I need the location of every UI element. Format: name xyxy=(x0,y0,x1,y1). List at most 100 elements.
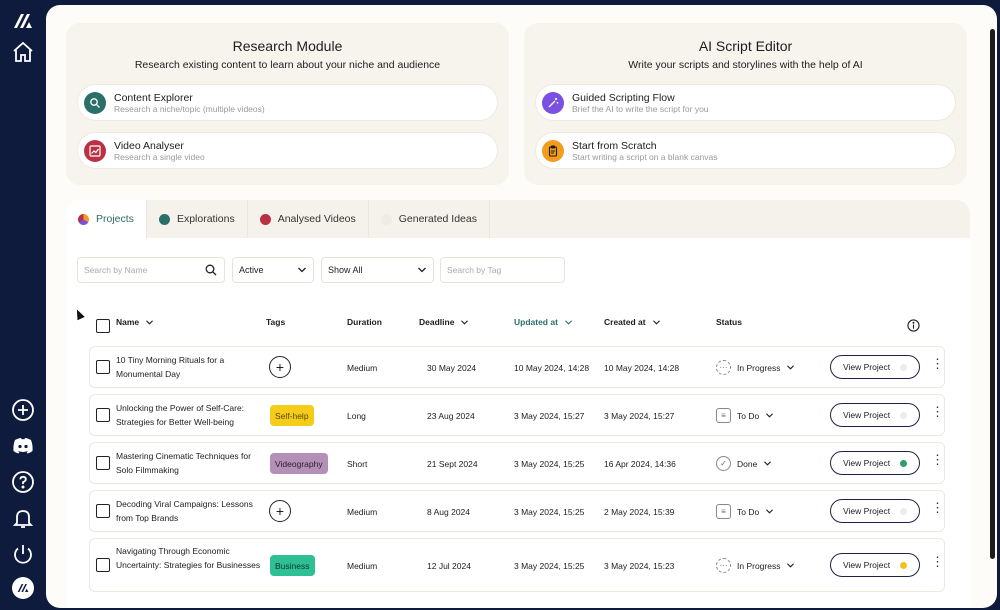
tab-label: Projects xyxy=(96,213,134,225)
main-panel: Research Module Research existing conten… xyxy=(46,5,997,608)
tab-label: Generated Ideas xyxy=(398,213,477,225)
option-subtitle: Research a single video xyxy=(114,151,205,162)
table-row[interactable]: Decoding Viral Campaigns: Lessons from T… xyxy=(89,490,945,532)
row-checkbox[interactable] xyxy=(96,558,110,572)
start-from-scratch-option[interactable]: Start from Scratch Start writing a scrip… xyxy=(536,133,955,168)
more-options-icon[interactable]: ⋮ xyxy=(931,555,944,568)
created-at: 3 May 2024, 15:27 xyxy=(604,411,675,421)
updated-at: 3 May 2024, 15:25 xyxy=(514,459,585,469)
option-subtitle: Start writing a script on a blank canvas xyxy=(572,151,718,162)
guided-scripting-option[interactable]: Guided Scripting Flow Brief the AI to wr… xyxy=(536,85,955,120)
status-dot xyxy=(900,412,907,419)
tabs: Projects Explorations Analysed Videos Ge… xyxy=(66,200,490,238)
discord-icon[interactable] xyxy=(10,433,36,459)
chart-icon xyxy=(84,139,106,162)
status-dropdown[interactable]: ··· In Progress xyxy=(716,558,795,573)
tab-projects[interactable]: Projects xyxy=(66,200,147,238)
more-options-icon[interactable]: ⋮ xyxy=(931,501,944,514)
help-icon[interactable] xyxy=(10,469,36,495)
header-label: Name xyxy=(116,317,140,327)
table-row[interactable]: 10 Tiny Morning Rituals for a Monumental… xyxy=(89,346,945,388)
project-name: 10 Tiny Morning Rituals for a Monumental… xyxy=(116,355,225,379)
power-icon[interactable] xyxy=(10,541,36,567)
deadline: 23 Aug 2024 xyxy=(427,411,475,421)
row-checkbox[interactable] xyxy=(96,360,110,374)
todo-icon: ≡ xyxy=(716,504,731,519)
search-icon xyxy=(84,91,106,114)
chevron-down-icon xyxy=(418,267,426,273)
view-project-button[interactable]: View Project xyxy=(830,403,920,427)
table-row[interactable]: Unlocking the Power of Self-Care: Strate… xyxy=(89,394,945,436)
show-all-select[interactable]: Show All xyxy=(321,257,434,283)
header-label: Deadline xyxy=(419,317,455,327)
header-created-at[interactable]: Created at xyxy=(604,317,661,327)
row-checkbox[interactable] xyxy=(96,456,110,470)
bell-icon[interactable] xyxy=(10,505,36,531)
sidebar xyxy=(0,0,46,610)
view-project-button[interactable]: View Project xyxy=(830,355,920,379)
deadline: 21 Sept 2024 xyxy=(427,459,478,469)
tag-chip[interactable]: Business xyxy=(270,555,315,576)
deadline: 30 May 2024 xyxy=(427,363,477,373)
status-dot xyxy=(900,562,907,569)
row-checkbox[interactable] xyxy=(96,504,110,518)
status-dropdown[interactable]: ··· In Progress xyxy=(716,360,795,375)
duration: Medium xyxy=(347,507,378,517)
add-tag-button[interactable]: + xyxy=(269,500,291,522)
header-name[interactable]: Name xyxy=(116,317,154,327)
logo-icon[interactable] xyxy=(10,8,36,34)
button-label: View Project xyxy=(843,560,891,570)
tabs-bar xyxy=(486,200,970,238)
status-dot xyxy=(900,364,907,371)
search-name-input[interactable]: Search by Name xyxy=(77,257,225,283)
todo-icon: ≡ xyxy=(716,408,731,423)
script-module-title: AI Script Editor xyxy=(698,38,793,54)
search-icon[interactable] xyxy=(205,264,217,276)
deadline: 8 Aug 2024 xyxy=(427,507,471,517)
status-dropdown[interactable]: ≡ To Do xyxy=(716,504,774,519)
view-project-button[interactable]: View Project xyxy=(830,499,920,523)
project-name: Decoding Viral Campaigns: Lessons from T… xyxy=(116,499,253,523)
tab-analysed-videos[interactable]: Analysed Videos xyxy=(247,200,369,238)
created-at: 16 Apr 2024, 14:36 xyxy=(604,459,676,469)
table-row[interactable]: Navigating Through Economic Uncertainty:… xyxy=(89,538,945,592)
add-icon[interactable] xyxy=(10,397,36,423)
content-explorer-option[interactable]: Content Explorer Research a niche/topic … xyxy=(78,85,497,120)
tab-generated-ideas[interactable]: Generated Ideas xyxy=(368,200,490,238)
tag-chip[interactable]: Videography xyxy=(270,453,328,474)
header-deadline[interactable]: Deadline xyxy=(419,317,469,327)
row-checkbox[interactable] xyxy=(96,408,110,422)
chevron-down-icon xyxy=(787,563,795,568)
more-options-icon[interactable]: ⋮ xyxy=(931,453,944,466)
view-project-button[interactable]: View Project xyxy=(830,451,920,475)
status-dropdown[interactable]: ≡ To Do xyxy=(716,408,774,423)
option-title: Content Explorer xyxy=(114,91,193,104)
header-updated-at[interactable]: Updated at xyxy=(514,317,573,327)
deadline: 12 Jul 2024 xyxy=(427,561,471,571)
video-analyser-option[interactable]: Video Analyser Research a single video xyxy=(78,133,497,168)
in-progress-icon: ··· xyxy=(716,360,731,375)
home-icon[interactable] xyxy=(10,39,36,65)
select-all-checkbox[interactable] xyxy=(96,319,110,333)
active-select[interactable]: Active xyxy=(232,257,314,283)
chevron-down-icon xyxy=(766,413,774,418)
info-icon[interactable] xyxy=(907,319,920,332)
more-options-icon[interactable]: ⋮ xyxy=(931,405,944,418)
logo-small-icon[interactable] xyxy=(12,577,34,599)
button-label: View Project xyxy=(843,410,891,420)
more-options-icon[interactable]: ⋮ xyxy=(931,357,944,370)
clipboard-icon xyxy=(542,139,564,162)
table-row[interactable]: Mastering Cinematic Techniques for Solo … xyxy=(89,442,945,484)
tab-explorations[interactable]: Explorations xyxy=(146,200,248,238)
status-dropdown[interactable]: ✓ Done xyxy=(716,456,772,471)
tag-chip[interactable]: Self-help xyxy=(270,405,314,426)
search-tag-input[interactable]: Search by Tag xyxy=(440,257,565,283)
updated-at: 3 May 2024, 15:25 xyxy=(514,561,585,571)
scrollbar[interactable] xyxy=(990,29,995,559)
duration: Long xyxy=(347,411,366,421)
research-module: Research Module Research existing conten… xyxy=(66,23,509,185)
chevron-down-icon xyxy=(652,319,660,325)
show-all-select-value: Show All xyxy=(328,265,363,275)
add-tag-button[interactable]: + xyxy=(269,356,291,378)
view-project-button[interactable]: View Project xyxy=(830,553,920,577)
